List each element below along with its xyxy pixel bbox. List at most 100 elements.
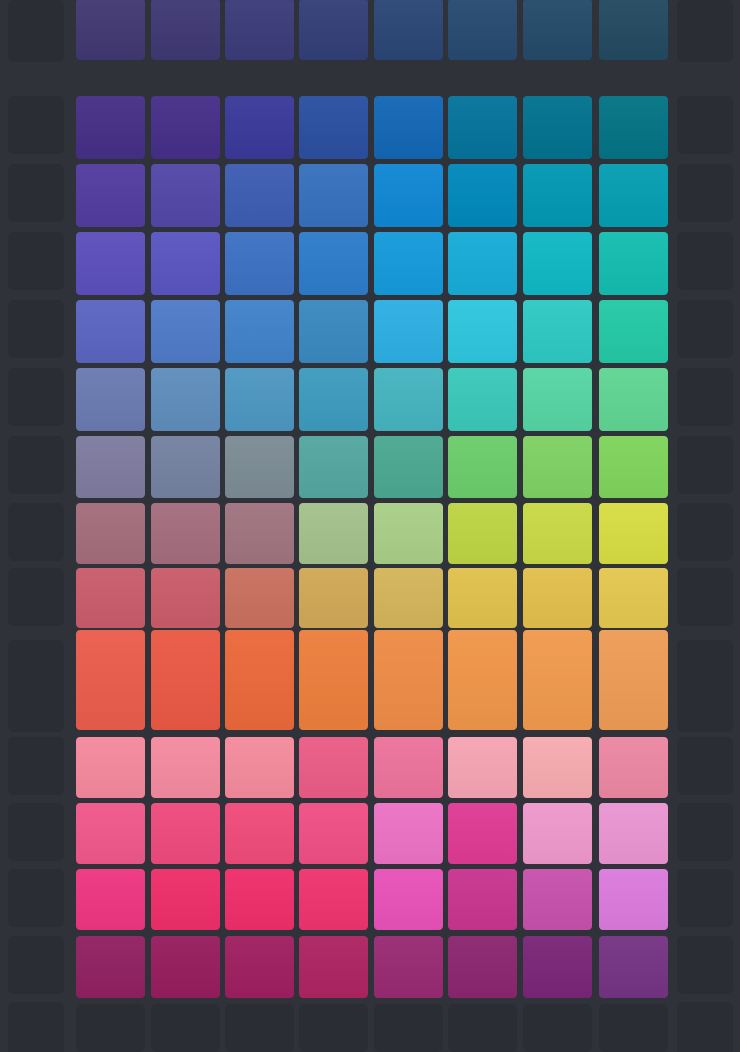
color-tile[interactable] <box>151 869 220 930</box>
color-tile[interactable] <box>374 803 443 864</box>
color-tile[interactable] <box>225 436 294 498</box>
color-tile[interactable] <box>523 869 592 930</box>
color-tile[interactable] <box>225 0 294 60</box>
color-tile[interactable] <box>76 232 145 295</box>
color-tile[interactable] <box>523 936 592 998</box>
color-tile[interactable] <box>448 630 517 730</box>
color-tile[interactable] <box>374 737 443 798</box>
color-tile[interactable] <box>523 96 592 159</box>
color-tile[interactable] <box>76 630 145 730</box>
color-tile[interactable] <box>523 232 592 295</box>
color-tile[interactable] <box>599 803 668 864</box>
color-tile[interactable] <box>448 503 517 564</box>
color-tile[interactable] <box>151 96 220 159</box>
color-tile[interactable] <box>76 568 145 628</box>
color-tile[interactable] <box>448 936 517 998</box>
color-tile[interactable] <box>523 300 592 363</box>
color-tile[interactable] <box>299 96 368 159</box>
color-tile[interactable] <box>374 869 443 930</box>
color-tile[interactable] <box>374 0 443 60</box>
color-tile[interactable] <box>599 96 668 159</box>
color-tile[interactable] <box>299 737 368 798</box>
color-tile[interactable] <box>76 300 145 363</box>
color-tile[interactable] <box>599 568 668 628</box>
color-tile[interactable] <box>374 503 443 564</box>
color-tile[interactable] <box>299 368 368 431</box>
color-tile[interactable] <box>225 803 294 864</box>
color-tile[interactable] <box>151 232 220 295</box>
color-tile[interactable] <box>299 503 368 564</box>
color-tile[interactable] <box>599 630 668 730</box>
color-tile[interactable] <box>448 164 517 227</box>
color-tile[interactable] <box>523 568 592 628</box>
color-tile[interactable] <box>76 503 145 564</box>
color-tile[interactable] <box>225 96 294 159</box>
color-tile[interactable] <box>225 630 294 730</box>
color-tile[interactable] <box>374 936 443 998</box>
color-tile[interactable] <box>599 0 668 60</box>
color-tile[interactable] <box>599 503 668 564</box>
color-tile[interactable] <box>523 436 592 498</box>
color-tile[interactable] <box>76 803 145 864</box>
color-tile[interactable] <box>599 436 668 498</box>
color-tile[interactable] <box>151 300 220 363</box>
color-tile[interactable] <box>299 568 368 628</box>
color-tile[interactable] <box>599 936 668 998</box>
color-tile[interactable] <box>374 96 443 159</box>
color-tile[interactable] <box>225 568 294 628</box>
color-tile[interactable] <box>225 164 294 227</box>
color-tile[interactable] <box>225 869 294 930</box>
color-tile[interactable] <box>151 737 220 798</box>
color-tile[interactable] <box>76 164 145 227</box>
color-tile[interactable] <box>225 368 294 431</box>
color-tile[interactable] <box>76 936 145 998</box>
color-tile[interactable] <box>299 300 368 363</box>
color-tile[interactable] <box>151 436 220 498</box>
color-tile[interactable] <box>523 803 592 864</box>
color-tile[interactable] <box>448 436 517 498</box>
color-tile[interactable] <box>448 368 517 431</box>
color-tile[interactable] <box>151 503 220 564</box>
color-tile[interactable] <box>523 368 592 431</box>
color-tile[interactable] <box>599 737 668 798</box>
color-tile[interactable] <box>299 232 368 295</box>
color-tile[interactable] <box>225 232 294 295</box>
color-tile[interactable] <box>76 737 145 798</box>
color-tile[interactable] <box>448 232 517 295</box>
color-tile[interactable] <box>374 436 443 498</box>
color-tile[interactable] <box>599 368 668 431</box>
color-tile[interactable] <box>76 96 145 159</box>
color-tile[interactable] <box>374 368 443 431</box>
color-tile[interactable] <box>448 300 517 363</box>
color-tile[interactable] <box>151 368 220 431</box>
color-tile[interactable] <box>299 630 368 730</box>
color-tile[interactable] <box>151 630 220 730</box>
color-tile[interactable] <box>448 0 517 60</box>
color-tile[interactable] <box>299 164 368 227</box>
color-tile[interactable] <box>299 936 368 998</box>
color-tile[interactable] <box>76 368 145 431</box>
color-tile[interactable] <box>225 503 294 564</box>
color-tile[interactable] <box>151 0 220 60</box>
color-tile[interactable] <box>448 737 517 798</box>
color-tile[interactable] <box>299 869 368 930</box>
color-tile[interactable] <box>76 869 145 930</box>
color-tile[interactable] <box>151 568 220 628</box>
color-tile[interactable] <box>599 869 668 930</box>
color-tile[interactable] <box>374 300 443 363</box>
color-tile[interactable] <box>76 0 145 60</box>
color-tile[interactable] <box>599 232 668 295</box>
color-tile[interactable] <box>448 869 517 930</box>
color-tile[interactable] <box>523 164 592 227</box>
color-tile[interactable] <box>523 0 592 60</box>
color-tile[interactable] <box>299 436 368 498</box>
color-tile[interactable] <box>523 630 592 730</box>
color-tile[interactable] <box>448 96 517 159</box>
color-tile[interactable] <box>225 737 294 798</box>
color-tile[interactable] <box>599 300 668 363</box>
color-tile[interactable] <box>299 803 368 864</box>
color-tile[interactable] <box>299 0 368 60</box>
color-tile[interactable] <box>151 936 220 998</box>
color-tile[interactable] <box>523 737 592 798</box>
color-tile[interactable] <box>374 630 443 730</box>
